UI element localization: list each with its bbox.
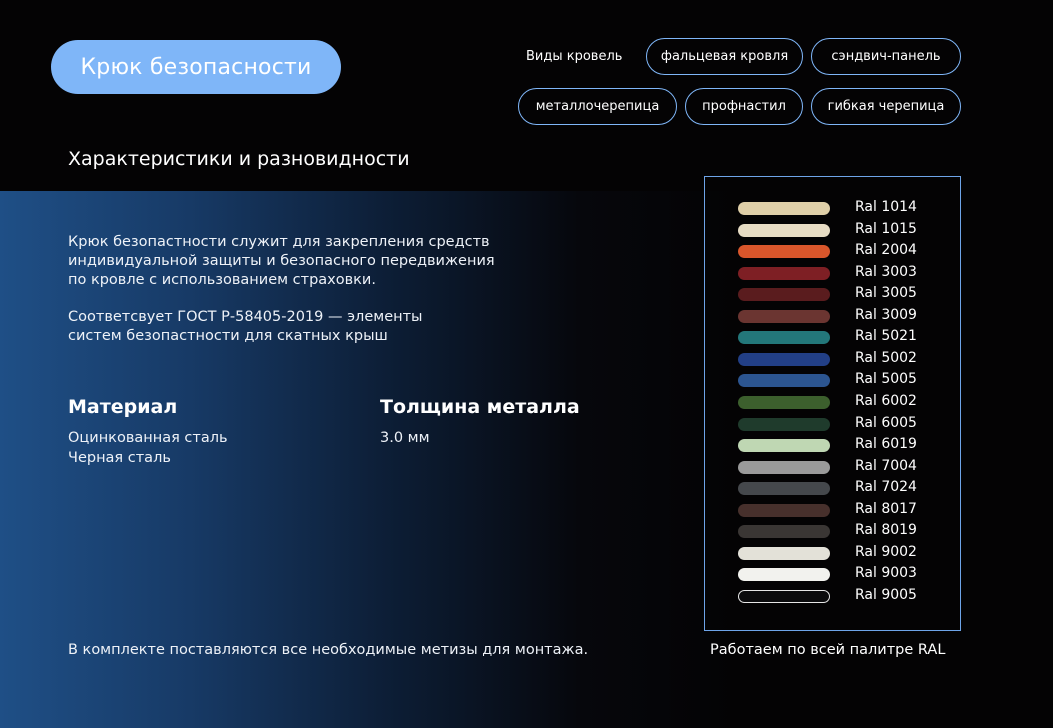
ral-code: Ral 5002 (855, 350, 917, 366)
color-swatch (738, 288, 830, 301)
tag-sandwich-panel[interactable]: сэндвич-панель (811, 38, 961, 75)
footer-note: В комплекте поставляются все необходимые… (68, 642, 589, 658)
description-line: индивидуальной защиты и безопасного пере… (68, 253, 495, 269)
color-swatch (738, 439, 830, 452)
description-line: по кровле с использованием страховки. (68, 272, 376, 288)
palette-item: Ral 5002 (738, 350, 948, 371)
palette-item: Ral 9005 (738, 587, 948, 608)
ral-palette: Ral 1014 Ral 1015 Ral 2004 Ral 3003 Ral … (704, 176, 961, 631)
ral-code: Ral 8017 (855, 501, 917, 517)
palette-item: Ral 6005 (738, 415, 948, 436)
color-swatch (738, 374, 830, 387)
ral-code: Ral 8019 (855, 522, 917, 538)
ral-code: Ral 3009 (855, 307, 917, 323)
ral-code: Ral 7024 (855, 479, 917, 495)
color-swatch (738, 202, 830, 215)
section-title: Характеристики и разновидности (68, 148, 410, 170)
ral-code: Ral 1015 (855, 221, 917, 237)
material-values: Оцинкованная сталь Черная сталь (68, 428, 228, 468)
ral-code: Ral 7004 (855, 458, 917, 474)
description-text: Крюк безопастности служит для закреплени… (68, 233, 495, 290)
color-swatch (738, 525, 830, 538)
color-swatch (738, 482, 830, 495)
ral-code: Ral 1014 (855, 199, 917, 215)
palette-item: Ral 1015 (738, 221, 948, 242)
material-value: Черная сталь (68, 450, 171, 466)
thickness-value: 3.0 мм (380, 430, 430, 446)
ral-code: Ral 5005 (855, 371, 917, 387)
tag-flexible-tile[interactable]: гибкая черепица (811, 88, 961, 125)
palette-item: Ral 5021 (738, 328, 948, 349)
color-swatch (738, 245, 830, 258)
palette-item: Ral 9002 (738, 544, 948, 565)
color-swatch (738, 331, 830, 344)
page-title: Крюк безопасности (51, 40, 341, 94)
color-swatch (738, 461, 830, 474)
palette-item: Ral 3005 (738, 285, 948, 306)
ral-code: Ral 6005 (855, 415, 917, 431)
description-line: Крюк безопастности служит для закреплени… (68, 234, 490, 250)
palette-item: Ral 6019 (738, 436, 948, 457)
ral-code: Ral 2004 (855, 242, 917, 258)
palette-item: Ral 8017 (738, 501, 948, 522)
tag-profiled-sheet[interactable]: профнастил (685, 88, 803, 125)
color-swatch (738, 568, 830, 581)
palette-caption: Работаем по всей палитре RAL (710, 642, 946, 658)
tag-metal-tile[interactable]: металлочерепица (518, 88, 677, 125)
ral-code: Ral 9003 (855, 565, 917, 581)
color-swatch (738, 224, 830, 237)
color-swatch (738, 504, 830, 517)
thickness-heading: Толщина металла (380, 396, 580, 418)
tag-seam-roof[interactable]: фальцевая кровля (646, 38, 803, 75)
color-swatch (738, 590, 830, 603)
ral-code: Ral 6002 (855, 393, 917, 409)
standard-text: Соответсвует ГОСТ Р-58405-2019 — элемент… (68, 308, 423, 346)
palette-item: Ral 5005 (738, 371, 948, 392)
ral-code: Ral 9002 (855, 544, 917, 560)
palette-item: Ral 9003 (738, 565, 948, 586)
color-swatch (738, 353, 830, 366)
palette-item: Ral 7024 (738, 479, 948, 500)
standard-line: Соответсвует ГОСТ Р-58405-2019 — элемент… (68, 309, 423, 325)
ral-code: Ral 9005 (855, 587, 917, 603)
color-swatch (738, 418, 830, 431)
palette-item: Ral 6002 (738, 393, 948, 414)
ral-code: Ral 6019 (855, 436, 917, 452)
material-value: Оцинкованная сталь (68, 430, 228, 446)
material-heading: Материал (68, 396, 178, 418)
color-swatch (738, 267, 830, 280)
color-swatch (738, 310, 830, 323)
ral-code: Ral 3003 (855, 264, 917, 280)
ral-code: Ral 3005 (855, 285, 917, 301)
palette-item: Ral 2004 (738, 242, 948, 263)
color-swatch (738, 547, 830, 560)
roof-types-label: Виды кровель (526, 49, 623, 64)
palette-item: Ral 3009 (738, 307, 948, 328)
standard-line: систем безопастности для скатных крыш (68, 328, 388, 344)
palette-item: Ral 7004 (738, 458, 948, 479)
ral-code: Ral 5021 (855, 328, 917, 344)
palette-item: Ral 3003 (738, 264, 948, 285)
color-swatch (738, 396, 830, 409)
palette-item: Ral 8019 (738, 522, 948, 543)
palette-item: Ral 1014 (738, 199, 948, 220)
